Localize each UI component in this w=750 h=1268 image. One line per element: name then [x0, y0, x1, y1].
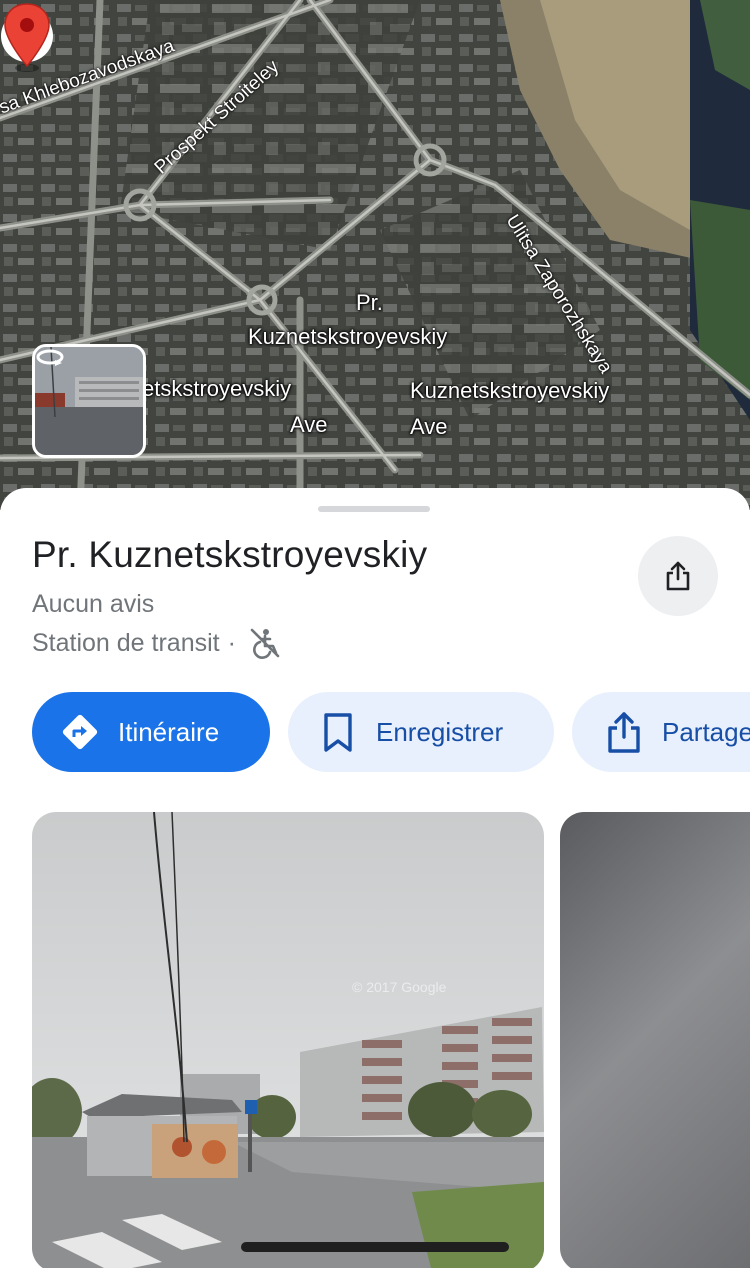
map-place-label-line1: Pr.	[356, 290, 383, 315]
map-view[interactable]: sa Khlebozavodskaya Prospekt Stroiteley …	[0, 0, 750, 510]
share-icon	[608, 712, 640, 753]
separator-dot: ·	[227, 628, 236, 657]
photo-secondary[interactable]	[560, 812, 750, 1268]
map-ave-left-line1: etskstroyevskiy	[142, 376, 292, 401]
map-ave-right-line1: Kuznetskstroyevskiy	[410, 378, 610, 403]
directions-button[interactable]: Itinéraire	[32, 692, 270, 772]
save-button[interactable]: Enregistrer	[288, 692, 554, 772]
drag-handle[interactable]	[318, 506, 430, 512]
place-details-sheet[interactable]: Pr. Kuznetskstroyevskiy Aucun avis Stati…	[0, 488, 750, 1268]
share-label: Partage	[662, 716, 750, 747]
photo-watermark: © 2017 Google	[352, 979, 447, 995]
map-ave-right-line2: Ave	[410, 414, 448, 439]
place-title: Pr. Kuznetskstroyevskiy	[32, 534, 428, 575]
location-pin-icon[interactable]	[0, 0, 54, 74]
save-label: Enregistrer	[376, 716, 504, 747]
street-photo-image: © 2017 Google	[32, 812, 544, 1268]
map-place-label-line2: Kuznetskstroyevskiy	[248, 324, 448, 349]
share-icon	[666, 561, 690, 591]
street-view-thumbnail[interactable]	[32, 344, 146, 458]
bookmark-icon	[324, 713, 352, 752]
share-icon-button[interactable]	[638, 536, 718, 616]
review-summary: Aucun avis	[32, 590, 155, 618]
directions-icon	[62, 714, 98, 750]
photo-street-view[interactable]: © 2017 Google	[32, 812, 544, 1268]
action-buttons: Itinéraire Enregistrer Partage	[32, 692, 750, 772]
not-wheelchair-accessible-icon	[250, 628, 280, 659]
map-ave-left-line2: Ave	[290, 412, 328, 437]
directions-label: Itinéraire	[118, 716, 220, 747]
photo-carousel[interactable]: © 2017 Google	[32, 812, 750, 1268]
home-indicator[interactable]	[241, 1242, 509, 1252]
rotate-360-icon	[36, 349, 64, 366]
place-category: Station de transit	[32, 628, 220, 657]
share-button[interactable]: Partage	[572, 692, 750, 772]
place-category-row: Station de transit ·	[32, 626, 282, 660]
